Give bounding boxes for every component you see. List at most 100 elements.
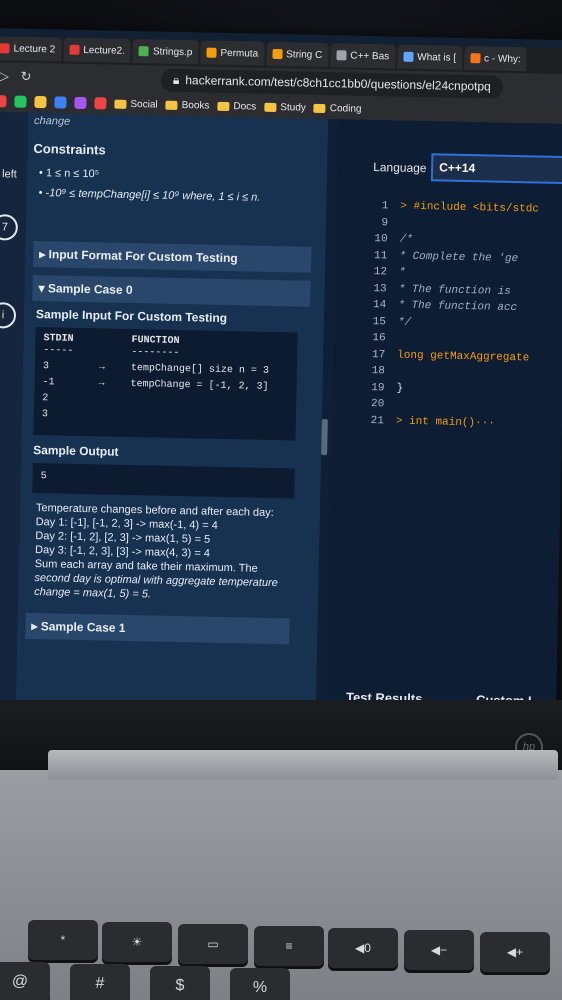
code-line[interactable]: */ bbox=[398, 316, 411, 328]
line-number: 10 bbox=[374, 233, 388, 246]
tab-string[interactable]: String C bbox=[265, 41, 329, 68]
folder-icon bbox=[264, 102, 277, 112]
forward-icon[interactable]: ▷ bbox=[0, 68, 11, 84]
resize-handle[interactable] bbox=[321, 419, 328, 456]
cut-text: change bbox=[33, 114, 71, 128]
laptop-screen: Lecture 2 Lecture2. Strings.p Permuta St… bbox=[0, 28, 562, 730]
stdin-value: 2 bbox=[42, 393, 49, 405]
bookmark-label: Books bbox=[181, 99, 210, 112]
code-line[interactable]: * The function acc bbox=[398, 300, 517, 314]
site-icon bbox=[272, 48, 283, 60]
constraint-text: -10⁹ ≤ tempChange[i] ≤ 10⁹ where, 1 ≤ i … bbox=[45, 187, 261, 204]
key[interactable]: @ bbox=[0, 962, 50, 1000]
tab-cpp[interactable]: C++ Bas bbox=[330, 43, 396, 69]
app-icon[interactable] bbox=[74, 96, 87, 110]
code-editor[interactable]: Language C++14 1 > #include <bits/stdc 9 10… bbox=[325, 119, 562, 730]
bookmark-coding[interactable]: Coding bbox=[313, 102, 362, 115]
sidebar-item-info[interactable]: i bbox=[0, 302, 17, 329]
key[interactable]: ▭ bbox=[178, 924, 248, 964]
line-number: 16 bbox=[372, 332, 386, 345]
input-format-toggle[interactable]: ▸ Input Format For Custom Testing bbox=[33, 240, 312, 273]
output-value: 5 bbox=[40, 471, 47, 483]
key[interactable]: ◀+ bbox=[480, 932, 550, 972]
code-line[interactable]: } bbox=[396, 382, 403, 394]
key-label: # bbox=[95, 975, 105, 992]
tab-strings[interactable]: Strings.p bbox=[132, 39, 199, 65]
key[interactable]: $ bbox=[150, 966, 210, 1000]
key-label: @ bbox=[11, 973, 29, 990]
key-label: ≡ bbox=[285, 939, 293, 953]
function-header: FUNCTION bbox=[131, 335, 180, 348]
line-number: 18 bbox=[371, 365, 386, 378]
drive-icon[interactable] bbox=[14, 95, 27, 108]
drive-icon bbox=[138, 46, 150, 57]
key[interactable]: # bbox=[70, 964, 130, 1000]
key[interactable]: ☀ bbox=[102, 922, 172, 962]
code-line[interactable]: long getMaxAggregate bbox=[397, 349, 529, 364]
gmail-icon[interactable] bbox=[0, 95, 7, 108]
sidebar-label: n left bbox=[0, 168, 17, 181]
sample-output-heading: Sample Output bbox=[33, 442, 119, 459]
code-line[interactable]: * bbox=[399, 267, 406, 279]
sample-output-box: 5 bbox=[32, 462, 295, 499]
bookmark-study[interactable]: Study bbox=[264, 101, 306, 113]
line-number: 19 bbox=[371, 381, 385, 394]
bookmark-label: Coding bbox=[329, 102, 362, 115]
key-label: % bbox=[252, 979, 268, 996]
lock-icon: 🔒︎ bbox=[172, 72, 180, 87]
stdin-header: STDIN bbox=[43, 333, 74, 345]
code-line[interactable]: * The function is bbox=[398, 283, 510, 297]
tab-lecture2b[interactable]: Lecture2. bbox=[63, 37, 132, 63]
stdin-value: 3 bbox=[42, 361, 50, 373]
tab-permuta[interactable]: Permuta bbox=[200, 40, 265, 66]
key[interactable]: % bbox=[230, 968, 290, 1000]
key[interactable]: ≡ bbox=[254, 926, 324, 966]
problem-panel: change Constraints • 1 ≤ n ≤ 10⁵ • -10⁹ … bbox=[15, 112, 329, 725]
folder-icon bbox=[313, 103, 326, 113]
constraint-item: • 1 ≤ n ≤ 10⁵ bbox=[38, 167, 100, 181]
toggle-label: ▸ Sample Case 1 bbox=[31, 619, 126, 635]
docs-icon[interactable] bbox=[54, 96, 67, 109]
key-label: ◀+ bbox=[506, 945, 524, 959]
site-icon bbox=[336, 50, 347, 61]
site-icon bbox=[206, 47, 217, 58]
hackerrank-page: n left 7 i 1 2 change Constraints • 1 ≤ … bbox=[0, 111, 562, 730]
tab-label: Strings.p bbox=[152, 45, 193, 58]
sample-input-box: STDIN FUNCTION ----- -------- 3 → tempCh… bbox=[33, 327, 298, 441]
key[interactable]: ◀− bbox=[404, 930, 474, 970]
sidebar-item-1[interactable]: 7 bbox=[0, 214, 19, 241]
tab-whatis[interactable]: What is [ bbox=[396, 44, 463, 70]
constraints-heading: Constraints bbox=[33, 140, 106, 158]
tab-cwhy[interactable]: c - Why: bbox=[463, 45, 528, 72]
youtube-icon[interactable] bbox=[94, 97, 107, 110]
language-select[interactable]: C++14 bbox=[430, 153, 562, 185]
tab-label: c - Why: bbox=[483, 52, 521, 65]
bookmark-books[interactable]: Books bbox=[165, 99, 210, 112]
code-line[interactable]: * Complete the 'ge bbox=[399, 250, 518, 264]
bookmark-docs[interactable]: Docs bbox=[217, 100, 256, 112]
url-text: hackerrank.com/test/c8ch1cc1bb0/question… bbox=[185, 73, 491, 94]
sample-case-1-toggle[interactable]: ▸ Sample Case 1 bbox=[25, 612, 290, 645]
code-line[interactable]: /* bbox=[400, 234, 413, 246]
key[interactable]: * bbox=[28, 920, 98, 960]
sample-input-heading: Sample Input For Custom Testing bbox=[35, 307, 228, 326]
arrow-icon: → bbox=[98, 378, 105, 390]
info-icon: i bbox=[1, 309, 5, 322]
code-line[interactable]: > int main()··· bbox=[396, 415, 495, 429]
tab-label: C++ Bas bbox=[350, 50, 390, 62]
code-line[interactable]: > #include <bits/stdc bbox=[400, 201, 539, 216]
key-label: ☀ bbox=[131, 935, 143, 949]
reload-icon[interactable]: ↻ bbox=[19, 69, 33, 85]
tab-label: Lecture2. bbox=[83, 44, 126, 57]
key[interactable]: ◀0 bbox=[328, 928, 398, 968]
folder-icon bbox=[114, 99, 127, 109]
line-number: 9 bbox=[381, 216, 389, 229]
sample-case-0-toggle[interactable]: ▾ Sample Case 0 bbox=[32, 274, 311, 307]
key-label: * bbox=[60, 933, 66, 947]
bookmark-social[interactable]: Social bbox=[114, 98, 158, 110]
divider: -------- bbox=[131, 347, 180, 360]
function-value: tempChange[] size n = 3 bbox=[130, 363, 270, 377]
keep-icon[interactable] bbox=[34, 95, 47, 109]
line-number: 15 bbox=[372, 315, 387, 328]
tab-lecture2[interactable]: Lecture 2 bbox=[0, 36, 62, 62]
